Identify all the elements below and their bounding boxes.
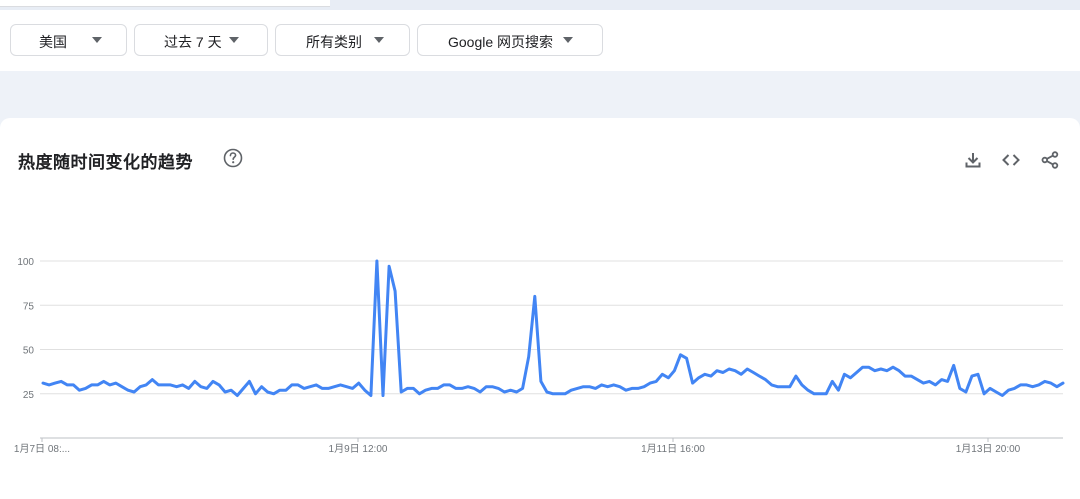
search-type-filter-label: Google 网页搜索 [448, 34, 554, 50]
y-tick-label: 25 [23, 390, 35, 401]
x-tick-label: 1月9日 12:00 [329, 443, 388, 455]
filter-bar: 美国 过去 7 天 所有类别 Google 网页搜索 [0, 10, 1080, 71]
chevron-down-icon [92, 37, 102, 43]
y-tick-label: 100 [17, 257, 34, 268]
search-box-edge[interactable] [0, 0, 330, 7]
x-tick-label: 1月13日 20:00 [956, 443, 1021, 455]
time-range-filter[interactable]: 过去 7 天 [134, 24, 268, 56]
top-strip [0, 0, 1080, 10]
line-chart: 25 50 75 100 1月7日 08:... 1月9日 12:00 1月11日 16:0… [14, 257, 1065, 455]
region-filter-label: 美国 [39, 34, 67, 50]
category-filter[interactable]: 所有类别 [275, 24, 410, 56]
category-filter-label: 所有类别 [306, 34, 362, 50]
y-tick-label: 50 [23, 346, 35, 357]
search-type-filter[interactable]: Google 网页搜索 [417, 24, 603, 56]
time-range-filter-label: 过去 7 天 [164, 34, 222, 50]
chevron-down-icon [374, 37, 384, 43]
y-tick-label: 75 [23, 301, 35, 312]
x-tick-label: 1月7日 08:... [14, 443, 70, 455]
x-tick-label: 1月11日 16:00 [641, 443, 705, 455]
series-line [41, 259, 1065, 397]
chevron-down-icon [229, 37, 239, 43]
region-filter[interactable]: 美国 [10, 24, 127, 56]
chevron-down-icon [563, 37, 573, 43]
